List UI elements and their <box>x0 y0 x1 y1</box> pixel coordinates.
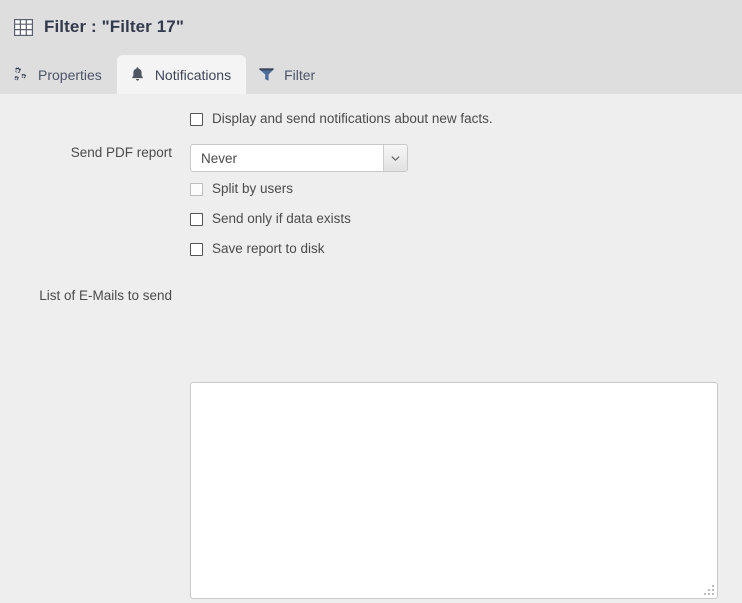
send-only-if-data-exists-row: Send only if data exists <box>190 211 351 227</box>
send-pdf-report-label: Send PDF report <box>70 145 172 160</box>
chevron-down-icon[interactable] <box>383 145 407 171</box>
emails-textarea-wrapper[interactable] <box>190 382 718 599</box>
send-pdf-report-select[interactable]: Never <box>190 144 408 172</box>
bell-icon <box>131 67 143 81</box>
tab-notifications-label: Notifications <box>154 66 232 83</box>
split-by-users-row: Split by users <box>190 181 293 197</box>
emails-label: List of E-Mails to send <box>39 288 172 303</box>
tab-filter-label: Filter <box>284 66 316 83</box>
split-by-users-checkbox[interactable] <box>190 182 203 196</box>
page-title: Filter : "Filter 17" <box>44 17 184 36</box>
tab-bar: Properties Notifications Filter <box>0 55 742 94</box>
emails-label-row: List of E-Mails to send <box>0 287 742 305</box>
display-notifications-row: Display and send notifications about new… <box>190 111 493 127</box>
tab-filter[interactable]: Filter <box>246 55 330 94</box>
display-notifications-label: Display and send notifications about new… <box>212 111 493 126</box>
funnel-icon <box>259 68 274 81</box>
emails-textarea[interactable] <box>191 383 717 598</box>
send-pdf-report-row: Send PDF report Never <box>0 144 742 172</box>
table-grid-icon <box>14 18 33 36</box>
window-header: Filter : "Filter 17" Properties Notifica… <box>0 0 742 94</box>
send-only-if-data-exists-checkbox[interactable] <box>190 212 203 226</box>
display-notifications-checkbox[interactable] <box>190 112 203 126</box>
title-row: Filter : "Filter 17" <box>14 12 184 42</box>
save-report-to-disk-label: Save report to disk <box>212 241 325 256</box>
save-report-to-disk-checkbox[interactable] <box>190 242 203 256</box>
save-report-to-disk-row: Save report to disk <box>190 241 325 257</box>
tab-properties-label: Properties <box>38 66 102 83</box>
tab-notifications[interactable]: Notifications <box>116 55 247 94</box>
cogs-icon <box>14 67 27 81</box>
tab-properties[interactable]: Properties <box>0 55 117 94</box>
notifications-form: Display and send notifications about new… <box>0 94 742 599</box>
send-pdf-report-value: Never <box>201 150 238 166</box>
split-by-users-label: Split by users <box>212 181 294 196</box>
send-only-if-data-exists-label: Send only if data exists <box>212 211 351 226</box>
